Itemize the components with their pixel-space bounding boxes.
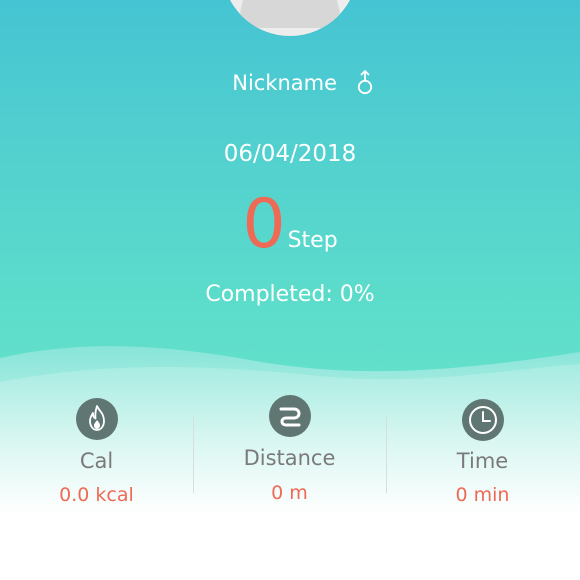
flame-icon <box>75 398 118 440</box>
stat-label: Distance <box>243 446 336 470</box>
stat-value: 0 min <box>455 484 510 506</box>
clock-icon <box>461 399 504 441</box>
profile-row: Nickname <box>0 66 580 98</box>
stat-value: 0.0 kcal <box>59 484 134 506</box>
stat-label: Cal <box>79 449 114 473</box>
stat-time: Time 0 min <box>386 395 579 510</box>
stat-distance: Distance 0 m <box>193 395 386 510</box>
male-icon <box>356 69 374 96</box>
step-count: 0Step <box>0 185 580 265</box>
distance-icon <box>268 395 311 437</box>
stat-calories: Cal 0.0 kcal <box>0 395 193 510</box>
nickname-text[interactable]: Nickname <box>232 67 337 99</box>
step-count-value: 0 <box>242 185 286 264</box>
stats-divider <box>193 415 194 493</box>
stat-value: 0 m <box>271 482 308 504</box>
step-dashboard-screen: Nickname 06/04/2018 0Step Completed: 0% … <box>0 0 580 580</box>
stat-label: Time <box>456 449 509 473</box>
step-unit-label: Step <box>287 228 338 253</box>
date-label[interactable]: 06/04/2018 <box>0 138 580 170</box>
stats-row: Cal 0.0 kcal Distance 0 m Time 0 min <box>0 395 580 510</box>
avatar-placeholder-shape <box>240 0 340 28</box>
completion-text: Completed: 0% <box>205 282 375 307</box>
stats-divider <box>386 415 387 493</box>
